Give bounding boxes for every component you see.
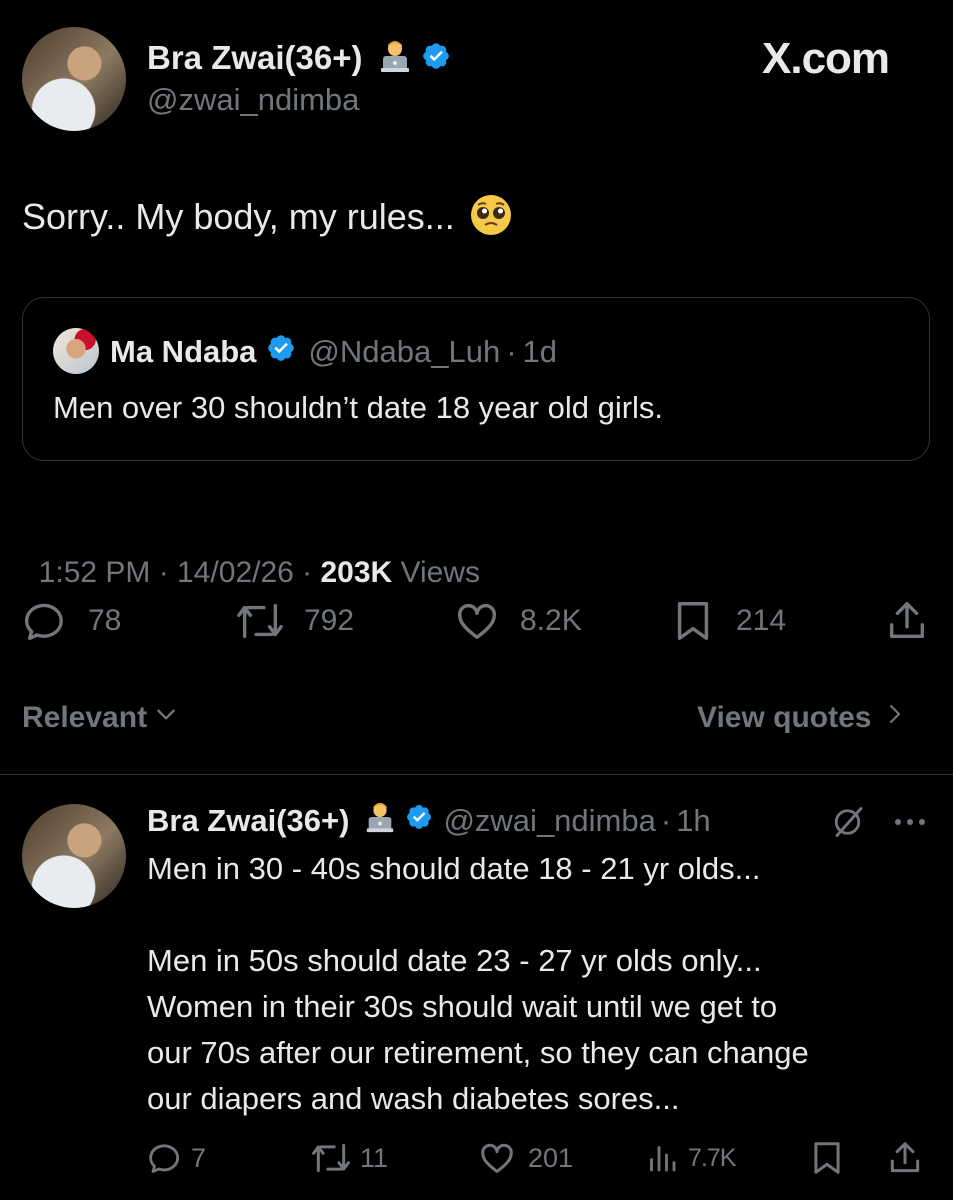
like-count: 8.2K <box>520 604 582 637</box>
views-label: Views <box>392 556 481 589</box>
repost-button[interactable]: 792 <box>232 598 354 644</box>
quoted-author-name[interactable]: Ma Ndaba <box>110 334 256 370</box>
sort-dropdown[interactable]: Relevant <box>22 698 179 738</box>
reply-icon <box>147 1140 183 1176</box>
view-quotes-label: View quotes <box>697 701 872 734</box>
verified-badge-icon <box>266 333 296 371</box>
repost-icon <box>308 1139 354 1177</box>
grok-icon[interactable] <box>831 804 867 845</box>
like-icon <box>478 1139 516 1177</box>
reply-author-name[interactable]: Bra Zwai(36+) <box>147 803 349 839</box>
chevron-right-icon <box>882 700 906 736</box>
pleading-face-emoji-icon <box>469 193 513 242</box>
bookmark-count: 214 <box>736 604 787 637</box>
post-text-row: Sorry.. My body, my rules... <box>22 193 513 241</box>
author-handle[interactable]: @zwai_ndimba <box>147 82 359 118</box>
verified-badge-icon <box>405 803 433 839</box>
reply-reply-button[interactable]: 7 <box>147 1138 206 1178</box>
separator-dot: · <box>660 803 672 838</box>
reply-line <box>147 892 809 938</box>
reply-bookmark-button[interactable] <box>808 1138 846 1178</box>
reply-line: Men in 50s should date 23 - 27 yr olds o… <box>147 943 762 978</box>
reply-line: Men in 30 - 40s should date 18 - 21 yr o… <box>147 851 761 886</box>
repost-count: 792 <box>304 604 355 637</box>
bookmark-button[interactable]: 214 <box>670 598 786 644</box>
reply-count: 78 <box>88 604 122 637</box>
reply-share-button[interactable] <box>886 1138 924 1178</box>
reply-age: 1h <box>676 803 711 838</box>
reply-repost-count: 11 <box>360 1142 389 1173</box>
repost-icon <box>232 598 288 644</box>
technologist-emoji-icon <box>363 800 397 842</box>
views-icon <box>644 1139 680 1177</box>
reply-line: our 70s after our retirement, so they ca… <box>147 1035 809 1070</box>
view-quotes-link[interactable]: View quotes <box>697 698 906 738</box>
reply-author-handle[interactable]: @zwai_ndimba <box>443 803 655 839</box>
reply-repost-button[interactable]: 11 <box>308 1138 388 1178</box>
quoted-post-card[interactable]: Ma Ndaba @Ndaba_Luh · 1d Men over 30 sho… <box>22 297 930 461</box>
author-avatar[interactable] <box>22 27 126 131</box>
post-meta: 1:52 PM · 14/02/26 · 203K Views <box>22 522 480 590</box>
reply-text: Men in 30 - 40s should date 18 - 21 yr o… <box>147 846 809 1122</box>
quoted-post-age: 1d <box>522 334 558 369</box>
x-logo: X.com <box>762 34 890 83</box>
technologist-emoji-icon <box>377 38 413 79</box>
separator-dot: · <box>506 334 517 369</box>
author-name[interactable]: Bra Zwai(36+) <box>147 39 363 77</box>
reply-line: Women in their 30s should wait until we … <box>147 989 778 1024</box>
quoted-post-text: Men over 30 shouldn’t date 18 year old g… <box>53 390 664 425</box>
reply-like-button[interactable]: 201 <box>478 1138 573 1178</box>
share-icon <box>886 1139 924 1177</box>
reply-icon <box>22 598 68 644</box>
quoted-author-avatar[interactable] <box>53 328 99 374</box>
share-icon <box>884 598 930 644</box>
views-count: 203K <box>320 556 393 589</box>
reply-button[interactable]: 78 <box>22 598 121 644</box>
post-text: Sorry.. My body, my rules... <box>22 196 455 237</box>
bookmark-icon <box>670 598 716 644</box>
like-button[interactable]: 8.2K <box>454 598 582 644</box>
share-button[interactable] <box>884 598 930 644</box>
verified-badge-icon <box>421 41 451 76</box>
post-timestamp[interactable]: 1:52 PM · 14/02/26 · <box>39 556 321 589</box>
section-divider <box>0 774 953 775</box>
chevron-down-icon <box>153 701 179 735</box>
bookmark-icon <box>808 1139 846 1177</box>
reply-like-count: 201 <box>528 1142 574 1173</box>
quoted-author-row: Ma Ndaba @Ndaba_Luh · 1d <box>110 332 557 372</box>
sort-label: Relevant <box>22 701 148 734</box>
reply-author-avatar[interactable] <box>22 804 126 908</box>
reply-reply-count: 7 <box>191 1142 207 1173</box>
reply-header: Bra Zwai(36+) @zwai_ndimba · 1h <box>147 800 711 842</box>
quoted-author-handle[interactable]: @Ndaba_Luh <box>308 334 500 370</box>
reply-line: our diapers and wash diabetes sores... <box>147 1081 680 1116</box>
author-name-row: Bra Zwai(36+) <box>147 36 451 80</box>
reply-views-count: 7.7K <box>688 1143 736 1172</box>
more-icon[interactable] <box>890 808 930 841</box>
reply-views-button[interactable]: 7.7K <box>644 1138 736 1178</box>
like-icon <box>454 598 500 644</box>
